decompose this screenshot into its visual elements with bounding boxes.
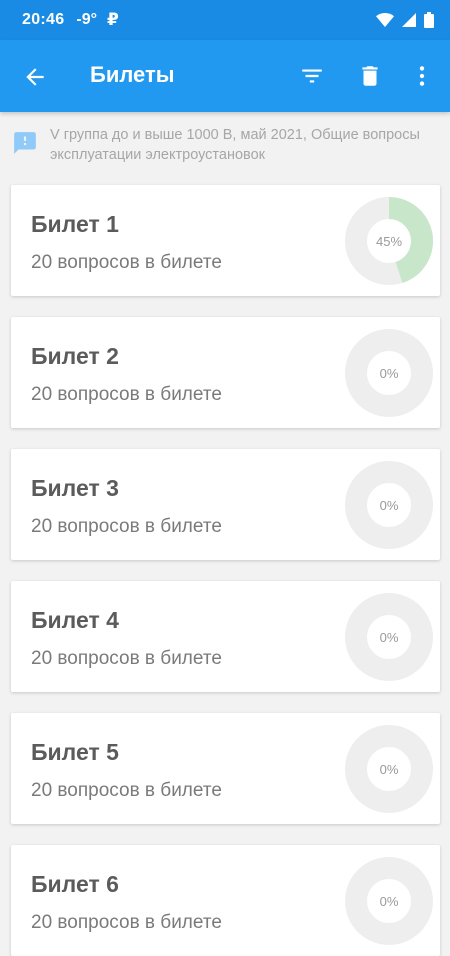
filter-icon[interactable] xyxy=(299,63,325,89)
info-banner: V группа до и выше 1000 В, май 2021, Общ… xyxy=(0,112,450,180)
ticket-card[interactable]: Билет 1 20 вопросов в билете 45% xyxy=(11,185,440,296)
progress-ring: 0% xyxy=(345,725,433,813)
app-bar: Билеты xyxy=(0,40,450,112)
progress-ring: 0% xyxy=(345,857,433,945)
wifi-icon xyxy=(376,13,394,27)
ticket-subtitle: 20 вопросов в билете xyxy=(31,780,222,801)
ticket-card[interactable]: Билет 3 20 вопросов в билете 0% xyxy=(11,449,440,560)
ticket-subtitle: 20 вопросов в билете xyxy=(31,516,222,537)
info-text: V группа до и выше 1000 В, май 2021, Общ… xyxy=(50,127,420,163)
ticket-title: Билет 6 xyxy=(31,871,119,897)
signal-icon xyxy=(402,13,416,27)
status-icons xyxy=(376,12,434,28)
ticket-title: Билет 1 xyxy=(31,211,119,237)
ticket-card[interactable]: Билет 5 20 вопросов в билете 0% xyxy=(11,713,440,824)
ticket-subtitle: 20 вопросов в билете xyxy=(31,252,222,273)
progress-ring: 0% xyxy=(345,329,433,417)
more-vert-icon[interactable] xyxy=(409,63,435,89)
ticket-subtitle: 20 вопросов в билете xyxy=(31,384,222,405)
ticket-title: Билет 3 xyxy=(31,475,119,501)
status-bar: 20:46 -9° ₽ xyxy=(0,0,450,40)
page-title: Билеты xyxy=(90,62,175,87)
progress-ring: 0% xyxy=(345,593,433,681)
status-temperature: -9° xyxy=(76,11,98,28)
progress-label: 0% xyxy=(379,629,399,645)
ticket-title: Билет 4 xyxy=(31,607,119,633)
progress-label: 0% xyxy=(379,761,399,777)
feedback-icon xyxy=(14,132,36,154)
progress-label: 0% xyxy=(379,497,399,513)
ticket-subtitle: 20 вопросов в билете xyxy=(31,912,222,933)
delete-icon[interactable] xyxy=(357,63,383,89)
progress-label: 0% xyxy=(379,893,399,909)
ticket-card[interactable]: Билет 4 20 вопросов в билете 0% xyxy=(11,581,440,692)
ticket-subtitle: 20 вопросов в билете xyxy=(31,648,222,669)
status-time: 20:46 xyxy=(22,11,65,28)
ticket-card[interactable]: Билет 2 20 вопросов в билете 0% xyxy=(11,317,440,428)
ticket-title: Билет 2 xyxy=(31,343,119,369)
progress-label: 45% xyxy=(375,233,403,249)
progress-ring: 0% xyxy=(345,461,433,549)
status-payment-indicator: ₽ xyxy=(107,10,119,29)
battery-icon xyxy=(424,12,434,28)
ticket-title: Билет 5 xyxy=(31,739,119,765)
progress-ring: 45% xyxy=(345,197,433,285)
ticket-card[interactable]: Билет 6 20 вопросов в билете 0% xyxy=(11,845,440,956)
progress-label: 0% xyxy=(379,365,399,381)
arrow-left-icon[interactable] xyxy=(22,64,48,90)
